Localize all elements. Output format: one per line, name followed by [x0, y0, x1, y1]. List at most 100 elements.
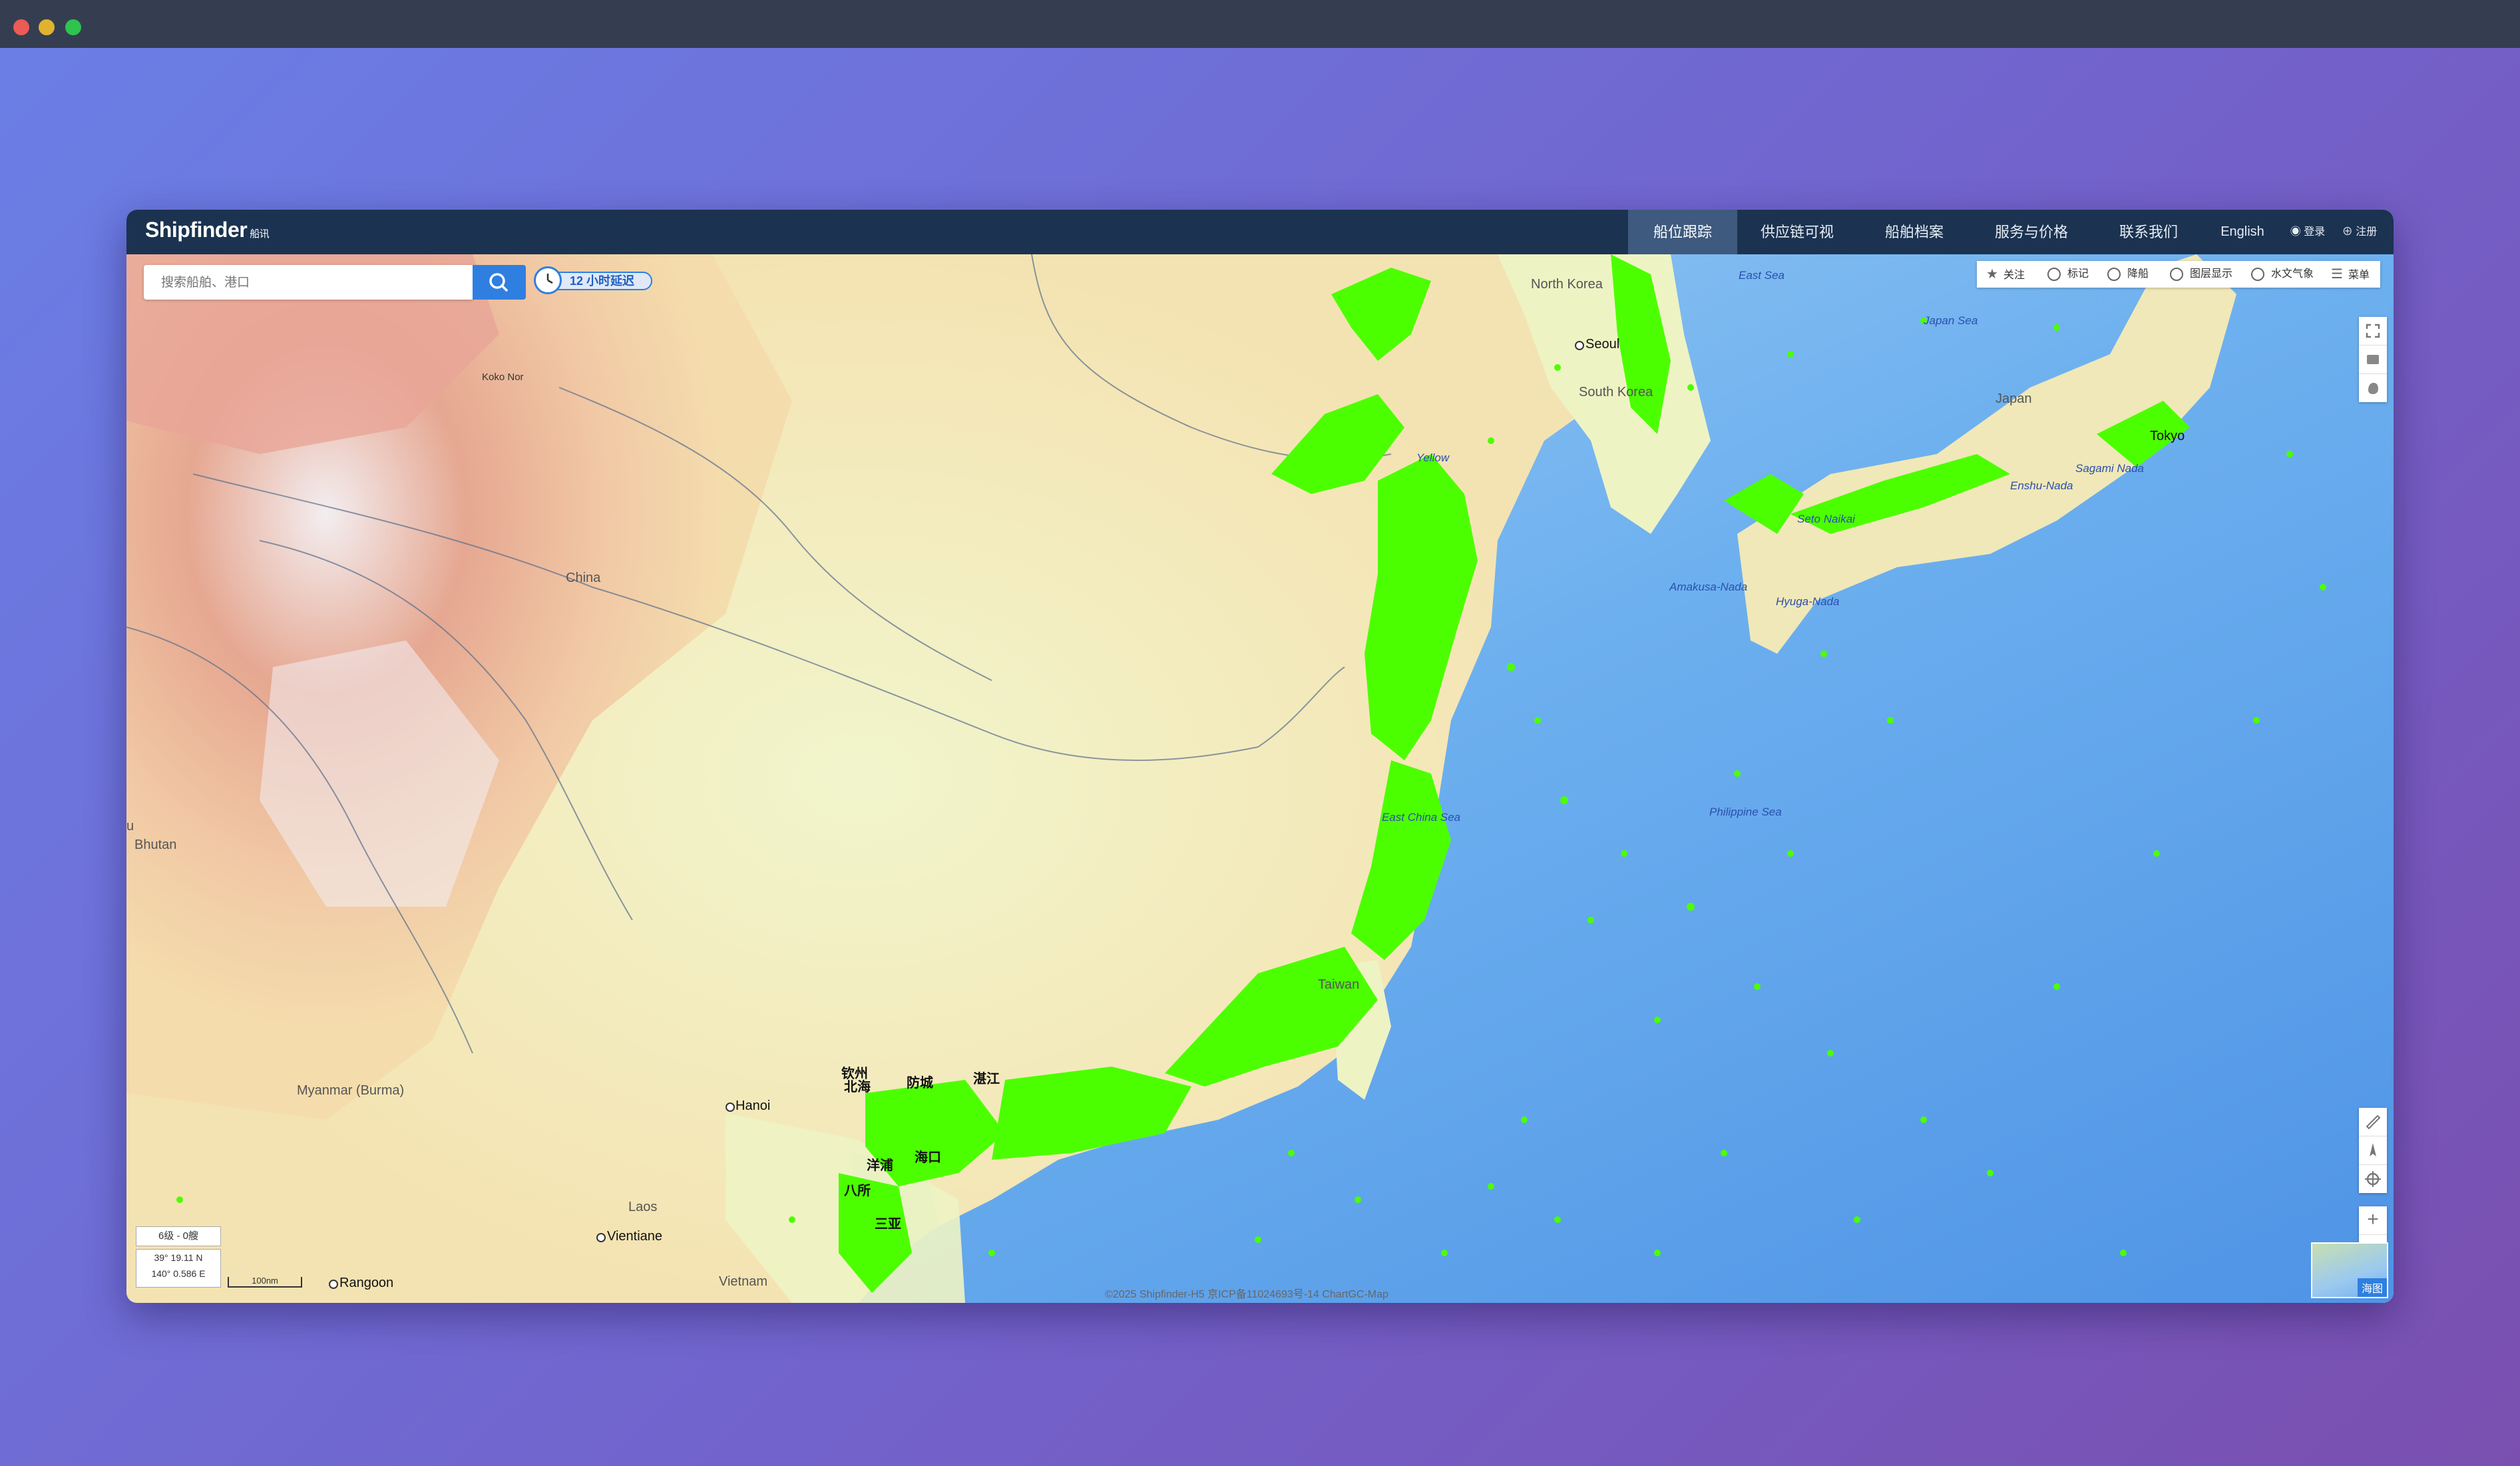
toolbar-weather[interactable]: 水文气象 — [2251, 261, 2314, 288]
label-sanya: 三亚 — [875, 1217, 901, 1232]
fullscreen-icon — [2366, 324, 2380, 338]
toolbar-typhoon[interactable]: 降船 — [2107, 261, 2149, 288]
toolbar-mark-label: 标记 — [2067, 268, 2089, 280]
map-controls-top — [2359, 317, 2387, 402]
register-label: 注册 — [2356, 226, 2378, 238]
label-zhanjiang: 湛江 — [973, 1072, 1000, 1087]
brand-name: Shipfinder — [145, 218, 248, 242]
label-hyuga-nada: Hyuga-Nada — [1776, 595, 1840, 608]
label-taiwan: Taiwan — [1318, 977, 1360, 992]
nav-contact[interactable]: 联系我们 — [2095, 210, 2202, 254]
menu-icon: ☰ — [2331, 267, 2343, 282]
tag-icon — [2047, 267, 2061, 281]
search-button[interactable] — [473, 265, 526, 300]
compass-button[interactable] — [2359, 1136, 2387, 1165]
toolbar-menu-label: 菜单 — [2348, 270, 2370, 281]
maximize-icon[interactable] — [65, 19, 81, 35]
label-rangoon: Rangoon — [339, 1276, 394, 1290]
label-seto-naikai: Seto Naikai — [1797, 513, 1855, 525]
user-icon: ◉ — [2290, 226, 2301, 238]
ruler-icon — [2366, 1114, 2381, 1130]
register-link[interactable]: ⊕ 注册 — [2335, 210, 2384, 254]
label-enshu-nada: Enshu-Nada — [2010, 479, 2073, 492]
typhoon-icon — [2107, 267, 2121, 281]
login-link[interactable]: ◉ 登录 — [2283, 210, 2332, 254]
scale-bar: 100nm — [228, 1276, 302, 1288]
nav-english[interactable]: English — [2206, 210, 2279, 254]
label-vientiane: Vientiane — [607, 1229, 663, 1244]
toolbar-weather-label: 水文气象 — [2271, 268, 2314, 280]
locate-button[interactable] — [2359, 1165, 2387, 1193]
zoom-in-button[interactable]: + — [2359, 1206, 2387, 1235]
city-marker — [329, 1280, 338, 1289]
map-controls-bottom — [2359, 1108, 2387, 1193]
label-koko-nor: Koko Nor — [482, 371, 524, 383]
label-basuo: 八所 — [844, 1184, 871, 1198]
city-marker — [596, 1233, 606, 1242]
search-input[interactable] — [144, 265, 469, 301]
latitude: 39° 19.11 N — [154, 1252, 203, 1263]
close-icon[interactable] — [13, 19, 29, 35]
label-north-korea: North Korea — [1531, 277, 1603, 292]
toolbar-layers[interactable]: 图层显示 — [2170, 261, 2232, 288]
map-base — [126, 254, 2394, 1303]
label-bhutan: Bhutan — [134, 838, 177, 852]
nav-services-pricing[interactable]: 服务与价格 — [1978, 210, 2085, 254]
app-window: Shipfinder 船讯 船位跟踪 供应链可视 船舶档案 服务与价格 联系我们 … — [126, 210, 2394, 1303]
label-yellow-sea: Yellow — [1416, 451, 1450, 464]
toolbar-follow-label: 关注 — [2003, 270, 2025, 281]
label-hanoi: Hanoi — [735, 1099, 771, 1113]
measure-button[interactable] — [2359, 1108, 2387, 1136]
hand-icon — [2368, 383, 2378, 394]
search-icon — [489, 273, 508, 292]
search-box — [144, 265, 473, 301]
label-yangpu: 洋浦 — [867, 1158, 893, 1173]
toolbar-follow[interactable]: ★ 关注 — [1986, 261, 2025, 288]
plus-circle-icon: ⊕ — [2342, 226, 2353, 238]
label-japan: Japan — [1995, 391, 2032, 406]
label-tokyo: Tokyo — [2150, 429, 2185, 443]
label-fangcheng: 防城 — [907, 1076, 933, 1091]
toolbar-menu[interactable]: ☰ 菜单 — [2331, 261, 2370, 288]
brand-logo[interactable]: Shipfinder 船讯 — [145, 218, 270, 242]
ship-icon — [2367, 355, 2379, 364]
nav-ship-archive[interactable]: 船舶档案 — [1861, 210, 1968, 254]
star-icon: ★ — [1986, 267, 1998, 282]
label-sagami-nada: Sagami Nada — [2075, 462, 2145, 475]
ship-filter-button[interactable] — [2359, 346, 2387, 374]
toolbar-layers-label: 图层显示 — [2190, 268, 2233, 280]
nav-supply-chain[interactable]: 供应链可视 — [1744, 210, 1850, 254]
longitude: 140° 0.586 E — [151, 1268, 206, 1279]
weather-icon — [2251, 267, 2264, 281]
zoom-level-info: 6级 - 0艘 — [136, 1226, 221, 1246]
compass-icon — [2370, 1143, 2376, 1156]
layers-icon — [2170, 267, 2183, 281]
fullscreen-button[interactable] — [2359, 317, 2387, 346]
label-china: China — [566, 571, 601, 585]
label-japan-sea: Japan Sea — [1924, 314, 1978, 327]
label-myanmar: Myanmar (Burma) — [297, 1083, 405, 1098]
locate-icon — [2365, 1171, 2381, 1187]
copyright: ©2025 Shipfinder-H5 京ICP备11024693号-14 Ch… — [1105, 1289, 1388, 1300]
toolbar-mark[interactable]: 标记 — [2047, 261, 2089, 288]
minimap[interactable]: 海图 — [2311, 1242, 2388, 1298]
cursor-coordinates: 39° 19.11 N 140° 0.586 E — [136, 1249, 221, 1288]
city-marker — [1575, 341, 1584, 350]
minimize-icon[interactable] — [39, 19, 55, 35]
map-canvas[interactable]: North Korea Seoul South Korea Japan Toky… — [126, 254, 2394, 1303]
map-toolbar: ★ 关注 标记 降船 图层显示 水文气象 ☰ 菜单 — [1977, 261, 2380, 288]
nav-ship-tracking[interactable]: 船位跟踪 — [1628, 210, 1737, 254]
label-u: u — [126, 819, 134, 834]
label-east-sea: East Sea — [1739, 269, 1785, 282]
chart-layer-label: 海图 — [2357, 1278, 2387, 1297]
toolbar-typhoon-label: 降船 — [2127, 268, 2149, 280]
window-titlebar — [0, 0, 2520, 48]
label-south-korea: South Korea — [1579, 385, 1653, 399]
label-laos: Laos — [628, 1200, 658, 1214]
label-haikou: 海口 — [915, 1150, 941, 1165]
brand-sub: 船讯 — [250, 228, 270, 240]
delay-badge[interactable]: 12 小时延迟 — [534, 266, 652, 294]
pan-button[interactable] — [2359, 374, 2387, 402]
label-seoul: Seoul — [1585, 337, 1620, 352]
login-label: 登录 — [2304, 226, 2326, 238]
